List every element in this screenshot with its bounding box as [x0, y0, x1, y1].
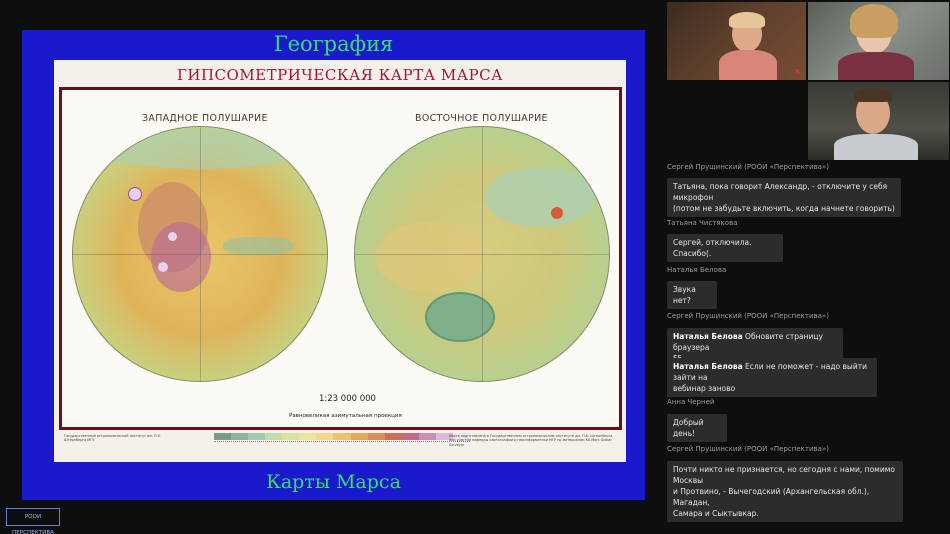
- east-hemisphere-globe: [354, 126, 610, 382]
- chat-author: Анна Черней: [667, 398, 715, 406]
- presentation-slide: География ГИПСОМЕТРИЧЕСКАЯ КАРТА МАРСА З…: [22, 30, 645, 500]
- participant-body: [719, 50, 777, 80]
- elevation-legend: [214, 433, 470, 440]
- volcano: [158, 262, 168, 272]
- chat-message-line: и Протвино, - Вычегодский (Архангельская…: [673, 487, 870, 507]
- chat-message[interactable]: Наталья Белова Если не поможет - надо вы…: [667, 358, 877, 397]
- slide-caption: Карты Марса: [266, 471, 401, 493]
- equator-line: [73, 254, 327, 255]
- legend-swatch: [333, 433, 351, 440]
- map-projection: Равновеликая азимутальная проекция: [289, 413, 402, 419]
- legend-swatch: [418, 433, 436, 440]
- slide-title: География: [273, 32, 394, 56]
- chat-author: Сергей Прушинский (РООИ «Перспектива»): [667, 163, 829, 171]
- participant-body: [834, 134, 918, 160]
- legend-swatch: [384, 433, 402, 440]
- chat-message-line: Наталья Белова Обновите страницу браузер…: [673, 332, 823, 352]
- chat-message[interactable]: Звука нет?: [667, 281, 717, 309]
- chat-author: Татьяна Чистякова: [667, 219, 738, 227]
- legend-swatch: [299, 433, 317, 440]
- northern-lowlands: [93, 129, 309, 169]
- equator-line: [355, 254, 609, 255]
- participant-video-2[interactable]: [808, 2, 949, 80]
- chat-message[interactable]: Татьяна, пока говорит Александр, - отклю…: [667, 178, 901, 217]
- valles-marineris: [223, 237, 293, 255]
- mars-map-sheet: ГИПСОМЕТРИЧЕСКАЯ КАРТА МАРСА ЗАПАДНОЕ ПО…: [54, 60, 626, 462]
- participant-hair: [854, 88, 892, 102]
- legend-swatch: [350, 433, 368, 440]
- map-scale: 1:23 000 000: [319, 394, 376, 404]
- elysium-mons: [551, 207, 563, 219]
- chat-message-line: Добрый день!: [673, 418, 704, 438]
- chat-message[interactable]: Добрый день!: [667, 414, 727, 442]
- chat-author: Наталья Белова: [667, 266, 727, 274]
- map-note-left: Государственный астрономический институт…: [64, 434, 162, 443]
- chat-message-line: Татьяна, пока говорит Александр, - отклю…: [673, 182, 888, 202]
- mic-off-icon[interactable]: ✕: [793, 67, 802, 76]
- arabia-terra: [375, 222, 485, 292]
- chat-message-line: вебинар заново: [673, 384, 736, 393]
- participant-body: [838, 52, 914, 80]
- webinar-screen: География ГИПСОМЕТРИЧЕСКАЯ КАРТА МАРСА З…: [0, 0, 950, 534]
- legend-swatch: [316, 433, 334, 440]
- chat-author: Сергей Прушинский (РООИ «Перспектива»): [667, 445, 829, 453]
- chat-message[interactable]: Сергей, отключила. Спасибо(.: [667, 234, 783, 262]
- chat-author: Сергей Прушинский (РООИ «Перспектива»): [667, 312, 829, 320]
- legend-swatch: [248, 433, 266, 440]
- participant-hair: [850, 4, 898, 38]
- chat-message-line: Сергей, отключила. Спасибо(.: [673, 238, 752, 258]
- legend-swatch: [231, 433, 249, 440]
- chat-message-line: (потом не забудьте включить, когда начне…: [673, 204, 895, 213]
- hellas-basin: [425, 292, 495, 342]
- legend-ticks: [214, 441, 470, 445]
- legend-swatch: [214, 433, 232, 440]
- legend-swatch: [282, 433, 300, 440]
- east-hemisphere-label: ВОСТОЧНОЕ ПОЛУШАРИЕ: [415, 113, 548, 124]
- organization-logo: РООИ ПЕРСПЕКТИВА: [6, 508, 60, 534]
- legend-swatch: [265, 433, 283, 440]
- participant-video-1[interactable]: ✕: [667, 2, 806, 80]
- volcano: [168, 232, 177, 241]
- chat-message-line: Звука нет?: [673, 285, 696, 305]
- chat-message-line: Самара и Сыктывкар.: [673, 509, 759, 518]
- west-hemisphere-globe: [72, 126, 328, 382]
- chat-message-line: Почти никто не признается, но сегодня с …: [673, 465, 895, 485]
- map-heading: ГИПСОМЕТРИЧЕСКАЯ КАРТА МАРСА: [176, 66, 504, 84]
- chat-message[interactable]: Почти никто не признается, но сегодня с …: [667, 461, 903, 522]
- legend-swatch: [401, 433, 419, 440]
- west-hemisphere-label: ЗАПАДНОЕ ПОЛУШАРИЕ: [142, 113, 268, 124]
- olympus-mons: [128, 187, 142, 201]
- map-frame: ЗАПАДНОЕ ПОЛУШАРИЕ ВОСТОЧНОЕ ПОЛУШАРИЕ 1…: [59, 87, 622, 442]
- chat-message-line: Наталья Белова Если не поможет - надо вы…: [673, 362, 867, 382]
- legend-swatch: [367, 433, 385, 440]
- chat-panel[interactable]: Сергей Прушинский (РООИ «Перспектива») Т…: [662, 160, 950, 534]
- participant-video-3[interactable]: [808, 82, 949, 160]
- participant-hair: [729, 12, 765, 28]
- map-note-right: Карта подготовлена в Государственном аст…: [449, 434, 613, 447]
- tharsis-peak-region: [151, 222, 211, 292]
- northern-plains: [485, 167, 595, 227]
